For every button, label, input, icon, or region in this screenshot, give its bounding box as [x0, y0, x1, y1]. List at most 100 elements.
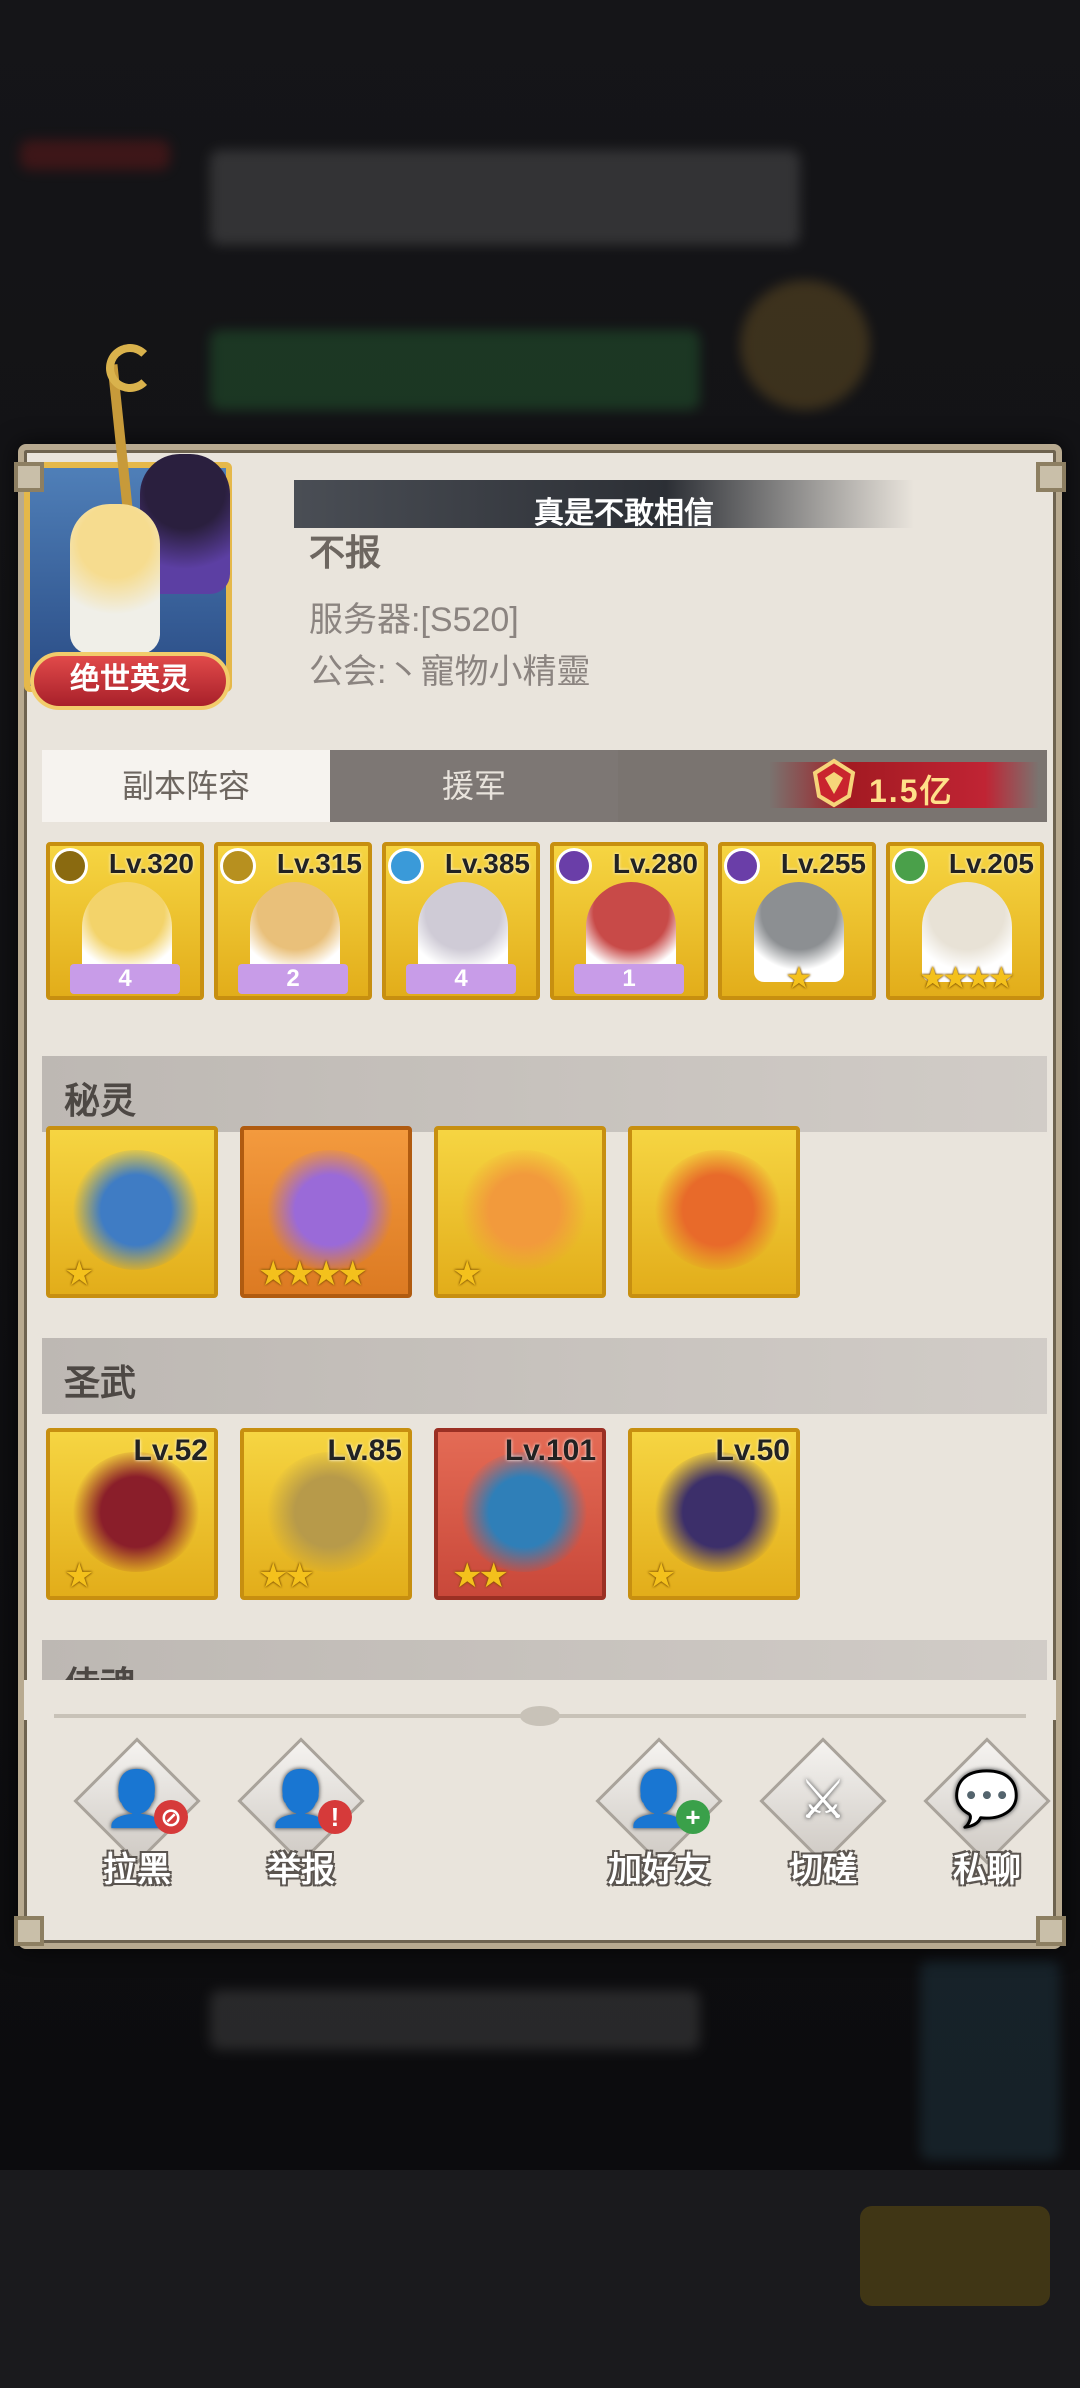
hero-rank: 4: [406, 964, 516, 994]
spirit-art: [266, 1150, 394, 1270]
bottom-bar-dimmed: [0, 2170, 1080, 2388]
lineup-tabs: 副本阵容 援军 1.5亿: [42, 750, 1047, 822]
hero-rank: 4: [70, 964, 180, 994]
marquee-banner: 真是不敢相信: [294, 480, 914, 530]
weapon-stars: ★: [64, 1557, 95, 1595]
corner-ornament: [1036, 1916, 1066, 1946]
weapon-art: [654, 1452, 782, 1572]
hero-card[interactable]: Lv.280 1: [550, 842, 708, 1000]
hero-rank: 2: [238, 964, 348, 994]
swords-icon: ⚔: [798, 1770, 848, 1830]
report-label: 举报: [267, 1851, 335, 1889]
corner-ornament: [14, 1916, 44, 1946]
power-gem-icon: [812, 758, 856, 808]
element-icon: [724, 848, 760, 884]
player-name: 不报: [309, 532, 382, 573]
bg-shape: [740, 280, 870, 410]
hero-rank: 1: [574, 964, 684, 994]
hero-card[interactable]: Lv.205 ★★★★: [886, 842, 1044, 1000]
section-weapons: 圣武: [42, 1338, 1047, 1414]
bg-shape: [20, 140, 170, 170]
bg-shape: [920, 1960, 1060, 2160]
tab-reinforcements[interactable]: 援军: [330, 750, 618, 822]
spar-label: 切磋: [789, 1851, 857, 1889]
hero-level: Lv.280: [612, 848, 698, 879]
section-souls-title: 侍魂: [64, 1656, 136, 1680]
hero-level: Lv.315: [276, 848, 362, 879]
hero-level: Lv.205: [948, 848, 1034, 879]
block-button[interactable]: 👤 ⊘ 拉黑: [72, 1737, 202, 1890]
element-icon: [52, 848, 88, 884]
weapon-stars: ★: [646, 1557, 677, 1595]
corner-ornament: [14, 462, 44, 492]
spirit-art: [460, 1150, 588, 1270]
weapon-stars: ★★: [452, 1557, 509, 1595]
add-friend-button[interactable]: 👤 + 加好友: [594, 1737, 724, 1890]
player-avatar[interactable]: 绝世英灵: [10, 344, 250, 720]
hero-level: Lv.385: [444, 848, 530, 879]
chat-bubble-icon: 💬: [953, 1769, 1021, 1829]
bg-shape: [210, 1990, 700, 2050]
weapon-level: Lv.101: [504, 1434, 596, 1467]
hero-card[interactable]: Lv.320 4: [46, 842, 204, 1000]
hero-card[interactable]: Lv.315 2: [214, 842, 372, 1000]
spar-button[interactable]: ⚔ 切磋: [758, 1737, 888, 1890]
element-icon: [388, 848, 424, 884]
weapon-card[interactable]: Lv.101 ★★: [434, 1428, 606, 1600]
section-weapons-title: 圣武: [64, 1362, 137, 1403]
weapon-card[interactable]: Lv.50 ★: [628, 1428, 800, 1600]
badge-icon: +: [676, 1800, 710, 1834]
spirit-list: ★ ★★★★ ★: [46, 1126, 826, 1306]
add-friend-label: 加好友: [608, 1851, 710, 1889]
hero-level: Lv.320: [108, 848, 194, 879]
weapon-level: Lv.52: [133, 1434, 209, 1467]
weapon-card[interactable]: Lv.85 ★★: [240, 1428, 412, 1600]
divider-ornament: [54, 1706, 1026, 1726]
guild-label: 公会:丶寵物小精靈: [309, 653, 591, 691]
weapon-level: Lv.50: [715, 1434, 791, 1467]
spirit-card[interactable]: ★: [46, 1126, 218, 1298]
hero-stars: ★: [785, 962, 813, 995]
weapon-list: Lv.52 ★ Lv.85 ★★ Lv.101 ★★ Lv.50 ★: [46, 1428, 826, 1608]
section-spirits: 秘灵: [42, 1056, 1047, 1132]
badge-icon: ⊘: [154, 1800, 188, 1834]
element-icon: [556, 848, 592, 884]
spirit-art: [654, 1150, 782, 1270]
block-label: 拉黑: [103, 1851, 171, 1889]
section-souls: 侍魂: [42, 1640, 1047, 1680]
weapon-art: [266, 1452, 394, 1572]
avatar-hero-light: [70, 504, 160, 654]
spirit-card[interactable]: ★: [434, 1126, 606, 1298]
hero-lineup: Lv.320 4 Lv.315 2 Lv.385 4 Lv.280 1 Lv.255 ★ Lv.20…: [46, 842, 1046, 1002]
weapon-stars: ★★: [258, 1557, 315, 1595]
combat-power: 1.5亿: [769, 758, 1039, 809]
report-button[interactable]: 👤! 举报: [236, 1737, 366, 1890]
moon-icon: [106, 344, 154, 392]
spirit-stars: ★: [452, 1255, 483, 1293]
section-spirits-title: 秘灵: [64, 1080, 137, 1121]
bg-shape: [210, 330, 700, 410]
corner-ornament: [1036, 462, 1066, 492]
badge-icon: !: [318, 1800, 352, 1834]
hero-card[interactable]: Lv.385 4: [382, 842, 540, 1000]
spirit-card[interactable]: [628, 1126, 800, 1298]
hero-card[interactable]: Lv.255 ★: [718, 842, 876, 1000]
weapon-art: [72, 1452, 200, 1572]
spirit-art: [72, 1150, 200, 1270]
hero-stars: ★★★★: [919, 962, 1015, 995]
private-chat-button[interactable]: 💬 私聊: [922, 1737, 1052, 1890]
weapon-level: Lv.85: [327, 1434, 403, 1467]
element-icon: [892, 848, 928, 884]
element-icon: [220, 848, 256, 884]
weapon-card[interactable]: Lv.52 ★: [46, 1428, 218, 1600]
spirit-stars: ★: [64, 1255, 95, 1293]
private-chat-label: 私聊: [953, 1851, 1021, 1889]
combat-power-value: 1.5亿: [869, 773, 954, 809]
server-label: 服务器:[S520]: [309, 601, 519, 639]
spirit-card[interactable]: ★★★★: [240, 1126, 412, 1298]
tab-dungeon-lineup[interactable]: 副本阵容: [42, 750, 330, 822]
spirit-stars: ★★★★: [258, 1255, 368, 1293]
weapon-art: [460, 1452, 588, 1572]
action-bar: 👤 ⊘ 拉黑 👤! 举报 👤 + 加好友 ⚔ 切磋 💬 私聊: [24, 1737, 1056, 1890]
marquee-text: 真是不敢相信: [534, 497, 714, 530]
